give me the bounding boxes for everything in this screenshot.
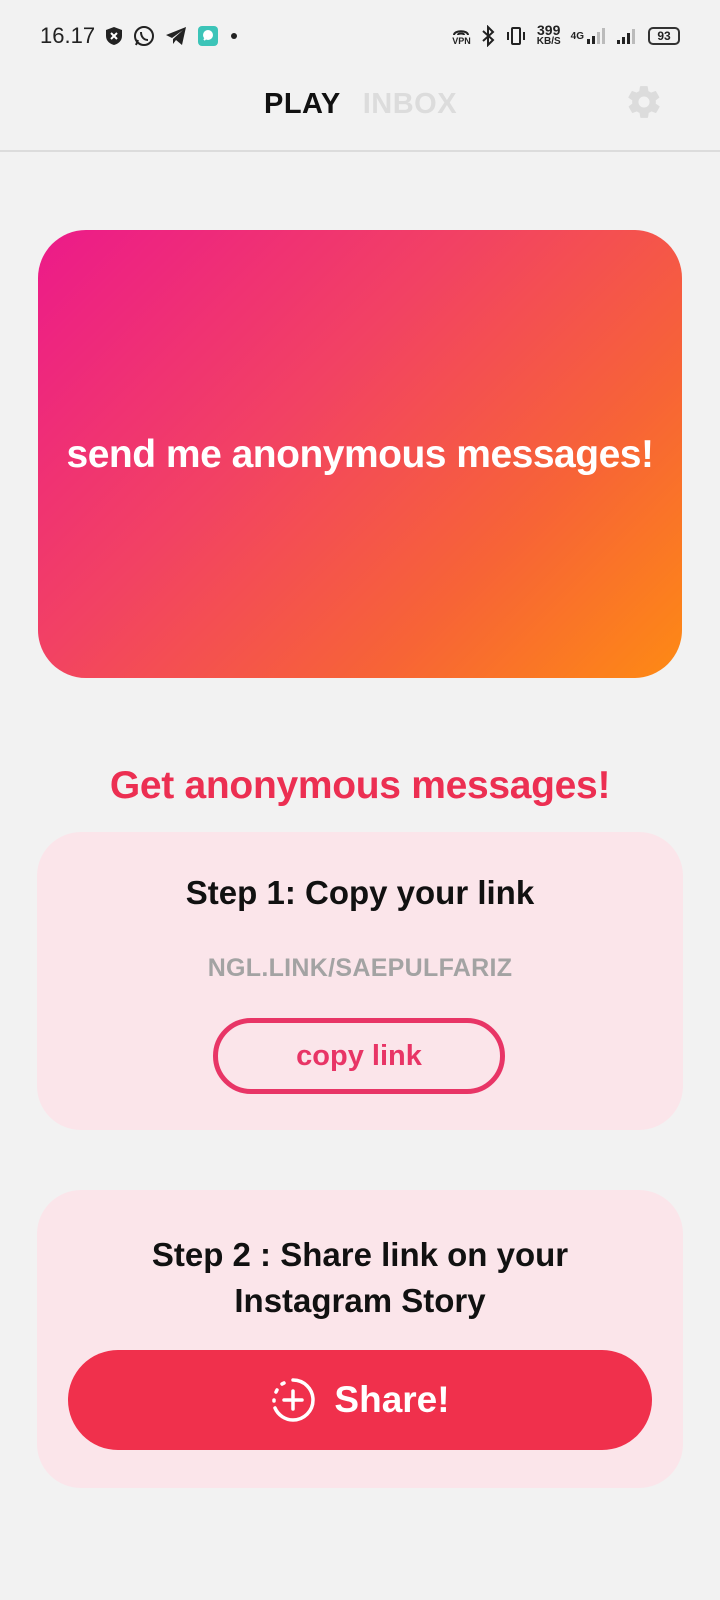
step2-title-line1: Step 2 : Share link on your (151, 1236, 569, 1273)
battery-icon: 93 (648, 27, 680, 45)
story-add-icon (272, 1378, 316, 1422)
whatsapp-icon (133, 25, 155, 47)
status-left: 16.17 (40, 23, 239, 49)
network-type: 4G (570, 30, 584, 42)
status-bar: 16.17 VPN 399 KB/S 4G 93 (0, 0, 720, 72)
shield-x-icon (105, 26, 123, 46)
step1-card: Step 1: Copy your link NGL.LINK/SAEPULFA… (37, 832, 683, 1130)
copy-link-button[interactable]: copy link (213, 1018, 505, 1094)
top-navigation: PLAY INBOX (0, 72, 720, 152)
bluetooth-icon (481, 25, 495, 47)
tab-bar: PLAY INBOX (264, 88, 457, 121)
share-button-label: Share! (334, 1379, 450, 1420)
step2-title-line2: Instagram Story (234, 1282, 486, 1319)
vpn-label: VPN (452, 35, 471, 46)
network-speed: 399 KB/S (536, 22, 561, 47)
status-time: 16.17 (40, 23, 96, 48)
vpn-icon: VPN (452, 26, 471, 47)
network-speed-unit: KB/S (536, 36, 561, 47)
step2-title: Step 2 : Share link on your Instagram St… (37, 1232, 683, 1324)
step1-title: Step 1: Copy your link (185, 874, 535, 911)
hero-text: send me anonymous messages! (66, 433, 654, 476)
signal-icon (616, 27, 638, 45)
step2-card: Step 2 : Share link on your Instagram St… (37, 1190, 683, 1488)
share-button[interactable]: Share! (68, 1350, 652, 1450)
vibrate-icon (505, 26, 527, 46)
page-headline: Get anonymous messages! (109, 764, 611, 807)
tab-play[interactable]: PLAY (264, 88, 341, 121)
network-speed-value: 399 (537, 22, 561, 38)
signal-4g-icon: 4G (571, 27, 606, 45)
profile-link: NGL.LINK/SAEPULFARIZ (207, 954, 513, 982)
telegram-icon (165, 26, 187, 46)
hero-card: send me anonymous messages! (38, 230, 682, 678)
chat-app-icon (197, 25, 219, 47)
notification-dot-icon (229, 31, 239, 41)
tab-inbox[interactable]: INBOX (363, 88, 457, 121)
gear-icon (628, 86, 660, 118)
status-right: VPN 399 KB/S 4G 93 (452, 22, 680, 47)
settings-button[interactable] (624, 82, 664, 122)
